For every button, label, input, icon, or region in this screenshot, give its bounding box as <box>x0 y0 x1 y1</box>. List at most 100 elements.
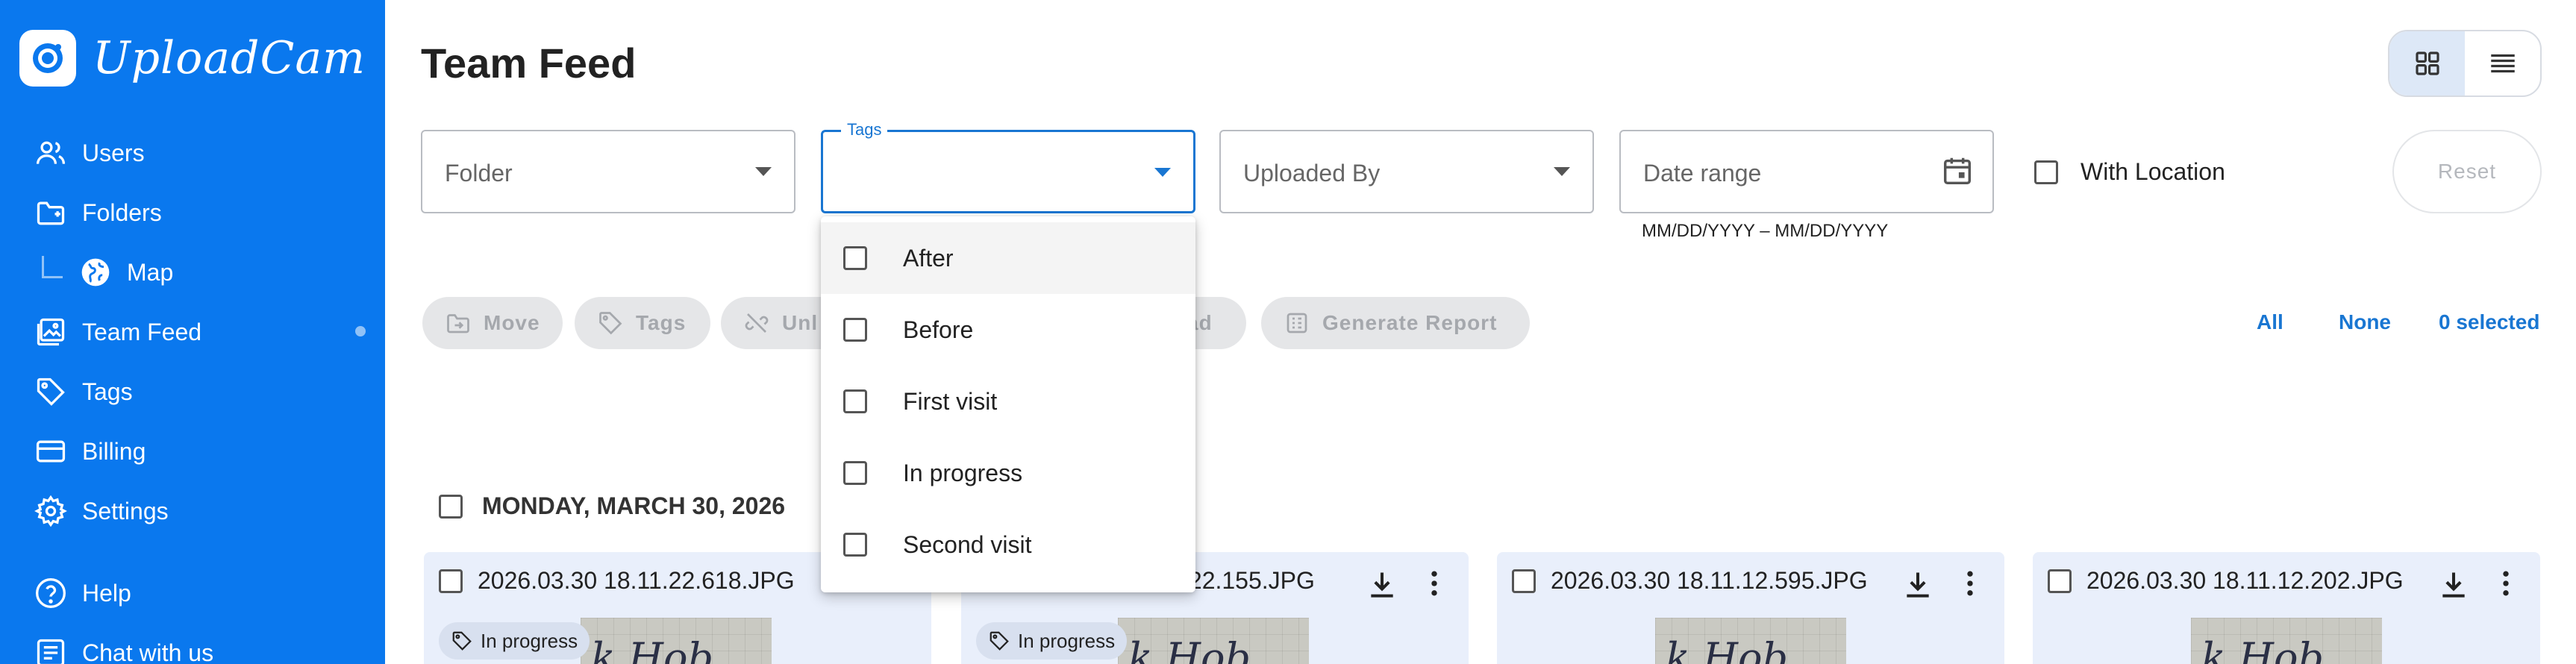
tags-dropdown-menu: After Before First visit In progress Sec… <box>821 216 1195 592</box>
select-all-link[interactable]: All <box>2257 310 2283 334</box>
sidebar-item-folders[interactable]: Folders <box>34 194 162 231</box>
tags-button-label: Tags <box>636 311 687 334</box>
option-checkbox[interactable] <box>843 533 867 557</box>
option-checkbox[interactable] <box>843 389 867 413</box>
sidebar-item-team-feed[interactable]: Team Feed <box>34 313 201 351</box>
tags-option-second-visit[interactable]: Second visit <box>821 509 1195 580</box>
thumbnail-handwriting: k Hob <box>1128 634 1251 664</box>
sidebar-item-users[interactable]: Users <box>34 134 145 172</box>
tag-chip-label: In progress <box>1018 629 1116 652</box>
users-icon <box>36 141 66 164</box>
photo-checkbox[interactable] <box>1512 569 1536 593</box>
option-label: Before <box>903 316 974 343</box>
folder-select[interactable]: Folder <box>421 130 795 213</box>
tags-select-label: Tags <box>841 120 888 140</box>
option-label: Second visit <box>903 530 1032 558</box>
date-group-label: MONDAY, MARCH 30, 2026 <box>482 492 786 519</box>
folder-select-placeholder: Folder <box>445 160 513 187</box>
uploadcam-logo-icon <box>19 30 76 87</box>
grid-icon <box>2415 51 2439 75</box>
option-checkbox[interactable] <box>843 246 867 270</box>
date-range-helper: MM/DD/YYYY – MM/DD/YYYY <box>1642 221 1889 241</box>
sidebar-item-map[interactable]: Map <box>42 254 173 291</box>
thumbnail-handwriting: k Hob <box>591 634 714 664</box>
select-none-link[interactable]: None <box>2339 310 2391 334</box>
thumbnail-handwriting: k Hob <box>1666 634 1789 664</box>
brand-name: UploadCam <box>93 32 366 84</box>
tags-option-first-visit[interactable]: First visit <box>821 366 1195 437</box>
date-range-input[interactable]: Date range <box>1619 130 1994 213</box>
tag-icon <box>990 631 1009 651</box>
more-vertical-icon[interactable] <box>1954 567 1986 600</box>
chat-icon <box>37 639 65 664</box>
sidebar-item-label: Settings <box>82 497 169 524</box>
download-icon[interactable] <box>1901 569 1934 601</box>
date-group-checkbox[interactable] <box>439 494 463 519</box>
report-icon <box>1287 313 1307 333</box>
brand[interactable]: UploadCam <box>19 28 366 88</box>
photo-card[interactable]: 2026.03.30 18.11.12.595.JPG k Hob <box>1497 552 2004 664</box>
with-location-checkbox[interactable] <box>2034 160 2058 184</box>
sidebar-item-label: Team Feed <box>82 318 202 345</box>
sidebar-item-tags[interactable]: Tags <box>34 373 133 410</box>
tags-option-before[interactable]: Before <box>821 294 1195 366</box>
tree-connector <box>42 256 63 278</box>
download-icon[interactable] <box>1366 569 1398 601</box>
generate-report-label: Generate Report <box>1322 311 1498 334</box>
option-label: First visit <box>903 387 998 415</box>
chevron-down-icon <box>755 167 772 176</box>
sidebar-item-chat[interactable]: Chat with us <box>34 634 213 664</box>
photo-thumbnail[interactable]: k Hob <box>1118 618 1309 664</box>
more-vertical-icon[interactable] <box>2489 567 2522 600</box>
unlink-icon <box>745 313 769 333</box>
image-icon <box>37 318 65 346</box>
unlink-button-label: Unl <box>782 311 819 334</box>
uploaded-by-select[interactable]: Uploaded By <box>1219 130 1594 213</box>
list-view-button[interactable] <box>2465 31 2540 95</box>
reset-button[interactable]: Reset <box>2392 130 2542 213</box>
sidebar-item-label: Billing <box>82 437 146 465</box>
sidebar: UploadCam Users Folders Map Team Feed Ta… <box>0 0 385 664</box>
chevron-down-icon <box>1154 168 1171 177</box>
photo-thumbnail[interactable]: k Hob <box>1655 618 1846 664</box>
photo-checkbox[interactable] <box>439 569 463 593</box>
tags-select[interactable]: Tags <box>821 120 1195 213</box>
photo-thumbnail[interactable]: k Hob <box>2191 618 2382 664</box>
help-icon <box>36 578 66 608</box>
view-toggle <box>2388 30 2542 97</box>
grid-view-button[interactable] <box>2389 31 2465 95</box>
date-group-header: MONDAY, MARCH 30, 2026 <box>439 492 785 520</box>
photo-filename: 2026.03.30 18.11.12.202.JPG <box>2086 567 2404 594</box>
sidebar-item-help[interactable]: Help <box>34 574 131 612</box>
uploaded-by-placeholder: Uploaded By <box>1243 160 1381 187</box>
tags-option-in-progress[interactable]: In progress <box>821 437 1195 509</box>
sidebar-item-label: Map <box>127 258 174 286</box>
calendar-icon[interactable] <box>1940 154 1975 188</box>
photo-filename: 2026.03.30 18.11.22.618.JPG <box>478 567 795 594</box>
option-label: After <box>903 244 954 272</box>
more-vertical-icon[interactable] <box>1418 567 1451 600</box>
photo-card-header: 2026.03.30 18.11.12.202.JPG <box>2048 567 2404 595</box>
photo-card[interactable]: 2026.03.30 18.11.12.202.JPG k Hob <box>2033 552 2540 664</box>
option-checkbox[interactable] <box>843 318 867 342</box>
tags-button[interactable]: Tags <box>575 297 710 349</box>
move-button[interactable]: Move <box>422 297 563 349</box>
tag-chip[interactable]: In progress <box>976 622 1128 660</box>
with-location-toggle[interactable]: With Location <box>2034 158 2225 186</box>
tag-icon <box>599 312 622 335</box>
option-label: In progress <box>903 459 1023 486</box>
list-icon <box>2490 54 2515 73</box>
download-icon[interactable] <box>2437 569 2470 601</box>
globe-icon <box>81 258 110 286</box>
photo-thumbnail[interactable]: k Hob <box>581 618 772 664</box>
tag-icon <box>37 378 65 406</box>
sidebar-item-settings[interactable]: Settings <box>34 492 169 530</box>
tags-option-after[interactable]: After <box>821 222 1195 294</box>
chevron-down-icon <box>1554 167 1570 176</box>
option-checkbox[interactable] <box>843 461 867 485</box>
selected-count: 0 selected <box>2439 310 2540 333</box>
sidebar-item-billing[interactable]: Billing <box>34 433 146 470</box>
photo-checkbox[interactable] <box>2048 569 2072 593</box>
tag-chip[interactable]: In progress <box>439 622 590 660</box>
generate-report-button[interactable]: Generate Report <box>1261 297 1530 349</box>
